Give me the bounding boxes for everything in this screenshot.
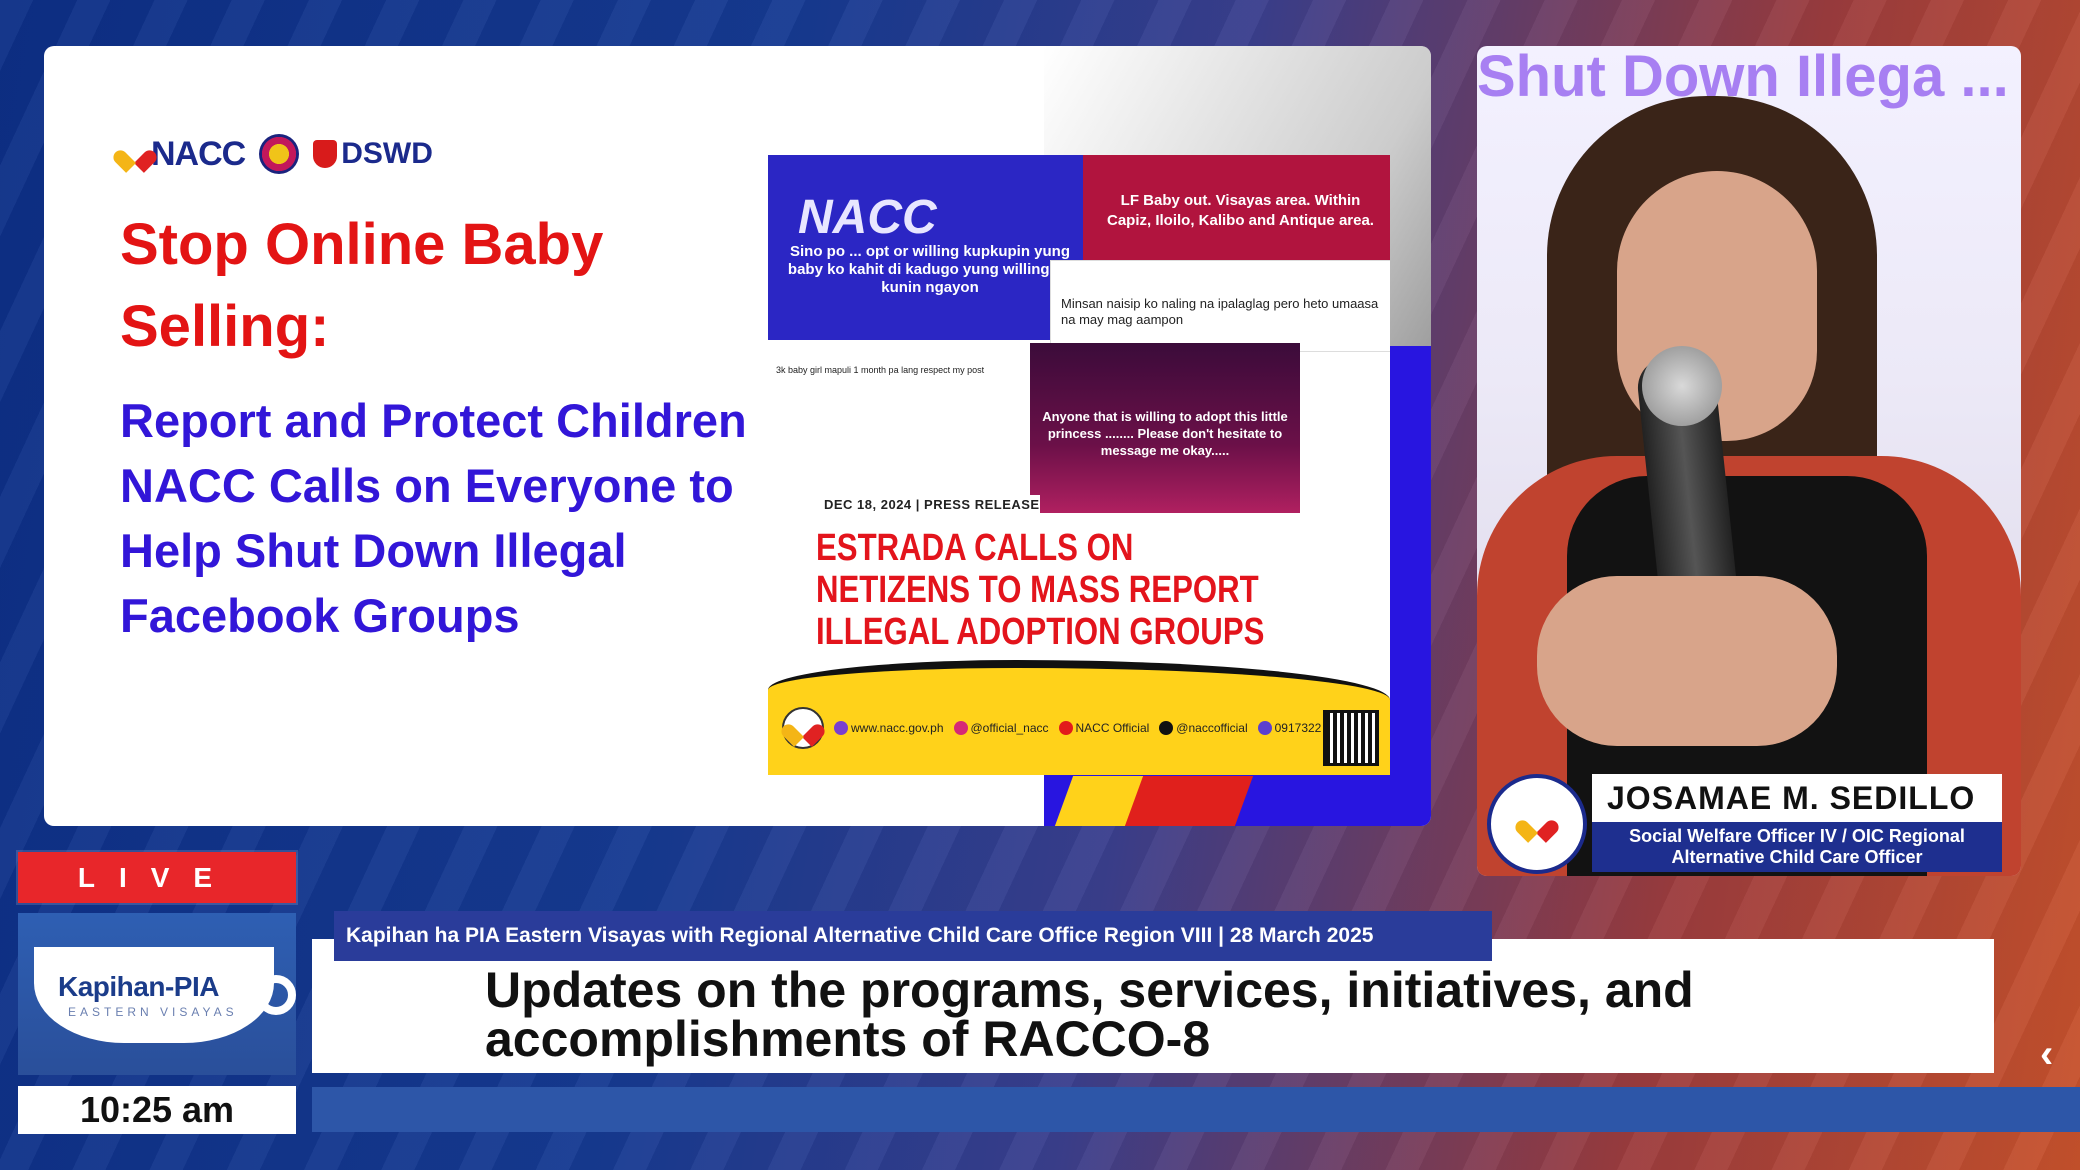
clock: 10:25 am <box>18 1086 296 1134</box>
press-release-image: NACC Sino po ... opt or willing kupkupin… <box>768 155 1390 775</box>
screenshot-purple-card: Anyone that is willing to adopt this lit… <box>1030 343 1300 513</box>
presentation-slide: NACC DSWD Stop Online Baby Selling: Repo… <box>44 46 1431 826</box>
dswd-shield-icon <box>313 140 338 168</box>
phone-text: 0917322 <box>1274 720 1322 735</box>
globe-icon <box>834 721 848 736</box>
microphone-head <box>1642 346 1722 426</box>
youtube-icon <box>1058 721 1073 736</box>
screenshot-post-text: Sino po ... opt or willing kupkupin yung… <box>787 243 1073 296</box>
phone-link: 0917322 <box>1257 720 1322 736</box>
press-release-date: DEC 18, 2024 | PRESS RELEASE <box>824 495 1040 514</box>
speaker-name: JOSAMAE M. SEDILLO <box>1607 780 1976 816</box>
press-release-headline: ESTRADA CALLS ON NETIZENS TO MASS REPORT… <box>816 527 1265 653</box>
heart-icon <box>790 715 816 741</box>
website-text: www.nacc.gov.ph <box>851 720 944 735</box>
youtube-text: NACC Official <box>1075 720 1150 735</box>
instagram-icon <box>953 721 968 736</box>
heart-icon <box>1524 811 1550 837</box>
tiktok-icon <box>1159 721 1174 736</box>
tiktok-link: @naccofficial <box>1159 720 1248 736</box>
agency-seal <box>1487 774 1587 874</box>
nacc-logo: NACC <box>122 134 246 174</box>
slide-title: Stop Online Baby Selling: <box>120 212 604 359</box>
instagram-link: @official_nacc <box>953 720 1049 736</box>
cup-handle <box>256 975 296 1015</box>
dswd-logo-text: DSWD <box>341 137 433 170</box>
social-links: www.nacc.gov.ph @official_nacc NACC Offi… <box>782 707 1321 749</box>
press-nacc-logo: NACC <box>798 191 937 244</box>
program-tag: Kapihan ha PIA Eastern Visayas with Regi… <box>334 911 1492 961</box>
show-name: Kapihan <box>58 971 165 1002</box>
phone-icon <box>1257 721 1272 736</box>
slide-red-stripe <box>1124 776 1254 826</box>
heart-icon <box>122 141 148 167</box>
instagram-text: @official_nacc <box>970 720 1049 735</box>
screenshot-red-text: LF Baby out. Visayas area. Within Capiz,… <box>1107 192 1374 229</box>
speaker-hands <box>1537 576 1837 746</box>
slide-logos: NACC DSWD <box>122 134 433 174</box>
youtube-link: NACC Official <box>1058 720 1150 736</box>
comment-card-text: Minsan naisip ko naling na ipalaglag per… <box>1061 296 1379 327</box>
show-title: Kapihan-PIA <box>58 971 220 1002</box>
show-name-suffix: PIA <box>173 971 220 1002</box>
bagong-pilipinas-logo <box>259 134 300 174</box>
screenshot-facebook-post: 3k baby girl mapuli 1 month pa lang resp… <box>768 343 1030 493</box>
nacc-circle-logo <box>782 707 824 749</box>
headline-text: Updates on the programs, services, initi… <box>485 962 1694 1067</box>
show-logo: Kapihan-PIA EASTERN VISAYAS <box>18 913 296 1075</box>
live-badge: LIVE <box>18 852 296 903</box>
chevron-left-icon[interactable]: ‹ <box>2040 1032 2053 1077</box>
nacc-logo-text: NACC <box>151 134 246 173</box>
crawl-bar <box>312 1087 2080 1132</box>
slide-subtitle: Report and Protect Children NACC Calls o… <box>120 394 747 642</box>
speaker-lower-third: JOSAMAE M. SEDILLO Social Welfare Office… <box>1487 774 2017 874</box>
screenshot-comment-card: Minsan naisip ko naling na ipalaglag per… <box>1050 260 1390 352</box>
qr-code <box>1323 710 1379 766</box>
purple-card-text: Anyone that is willing to adopt this lit… <box>1042 409 1288 458</box>
tiktok-text: @naccofficial <box>1176 720 1248 735</box>
website-link: www.nacc.gov.ph <box>834 721 944 736</box>
facebook-post-text: 3k baby girl mapuli 1 month pa lang resp… <box>776 365 985 375</box>
speaker-role: Social Welfare Officer IV / OIC Regional… <box>1629 826 1965 867</box>
speaker-video: Shut Down Illega ... oo ... ups JOSAMAE … <box>1477 46 2021 876</box>
dswd-logo: DSWD <box>313 137 433 171</box>
show-region: EASTERN VISAYAS <box>68 1005 238 1019</box>
